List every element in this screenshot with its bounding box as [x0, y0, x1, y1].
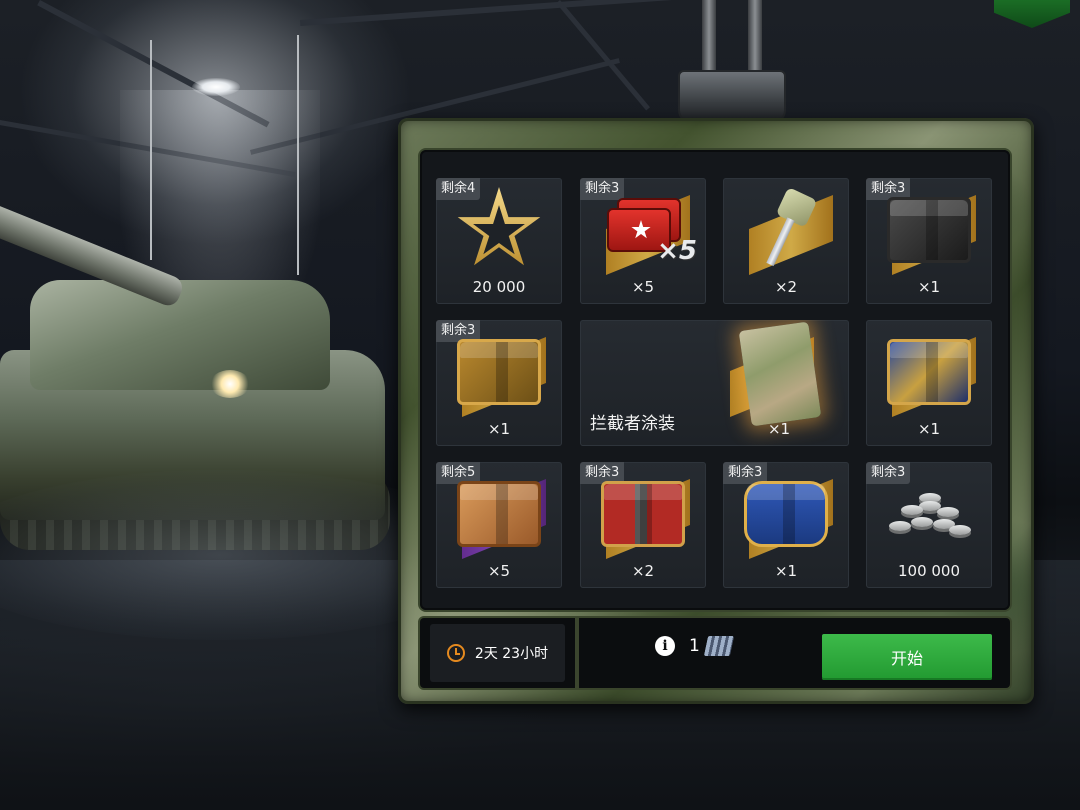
remaining-badge: 剩余3 — [866, 462, 911, 484]
tank-antenna — [297, 35, 299, 275]
camouflage-name: 拦截者涂装 — [590, 414, 675, 434]
reward-cell-red-crate[interactable]: 剩余3 ×2 — [580, 462, 706, 588]
reward-cell-blue-crate[interactable]: 剩余3 ×1 — [723, 462, 849, 588]
multiplier-overlay: ×5 — [657, 236, 697, 266]
info-icon[interactable]: i — [655, 636, 675, 656]
reward-quantity: ×1 — [767, 420, 791, 438]
ticket-count: 1 — [689, 636, 700, 656]
reward-quantity: 20 000 — [472, 278, 526, 296]
start-button[interactable]: 开始 — [822, 634, 992, 680]
ticket-info: i 1 — [655, 636, 734, 656]
reward-quantity: ×1 — [487, 420, 511, 438]
reward-cell-gold-crate[interactable]: 剩余3 ×1 — [436, 320, 562, 446]
reward-quantity: ×1 — [917, 420, 941, 438]
remaining-badge: 剩余4 — [436, 178, 481, 200]
remaining-badge: 剩余3 — [580, 178, 625, 200]
divider — [575, 618, 579, 688]
blue-crate-icon — [744, 481, 828, 547]
ceiling-beam — [300, 0, 680, 26]
reward-cell-gold[interactable]: 剩余4 20 000 — [436, 178, 562, 304]
reward-quantity: ×5 — [631, 278, 655, 296]
action-bar: 2天 23小时 i 1 开始 — [420, 618, 1010, 688]
ticket-icon — [703, 636, 734, 656]
hanger-bar — [748, 0, 762, 78]
reward-quantity: ×1 — [917, 278, 941, 296]
ceiling-beam — [556, 0, 650, 111]
gold-crate-icon — [457, 339, 541, 405]
tank-headlight — [210, 370, 250, 398]
reward-cell-silver[interactable]: 剩余3 100 000 — [866, 462, 992, 588]
reward-cell-cosmic-crate[interactable]: ×1 — [866, 320, 992, 446]
reward-cell-cards[interactable]: 剩余3 ×5 ×5 — [580, 178, 706, 304]
ceiling-lamp — [192, 78, 240, 96]
hanger-bar — [702, 0, 716, 78]
reward-quantity: ×5 — [487, 562, 511, 580]
wood-crate-icon — [457, 481, 541, 547]
reward-cell-black-crate[interactable]: 剩余3 ×1 — [866, 178, 992, 304]
hanger-plate — [678, 70, 786, 124]
red-crate-icon — [601, 481, 685, 547]
cosmic-crate-icon — [887, 339, 971, 405]
reward-quantity: ×1 — [774, 562, 798, 580]
timer-text: 2天 23小时 — [474, 646, 549, 662]
tank-turret — [30, 280, 330, 390]
clock-icon — [446, 644, 465, 662]
reward-quantity: ×2 — [631, 562, 655, 580]
silver-coins-icon — [889, 489, 971, 539]
reward-cell-key[interactable]: ×2 — [723, 178, 849, 304]
black-crate-icon — [887, 197, 971, 263]
reward-cell-camouflage[interactable]: 拦截者涂装 ×1 — [580, 320, 849, 446]
camouflage-map-icon — [738, 321, 822, 427]
tank-antenna — [150, 40, 152, 260]
red-cards-icon: ×5 — [603, 198, 697, 266]
reward-quantity: 100 000 — [897, 562, 961, 580]
panel-hanger — [678, 0, 786, 124]
reward-cell-wood-crate[interactable]: 剩余5 ×5 — [436, 462, 562, 588]
reward-quantity: ×2 — [774, 278, 798, 296]
event-timer: 2天 23小时 — [430, 624, 565, 682]
